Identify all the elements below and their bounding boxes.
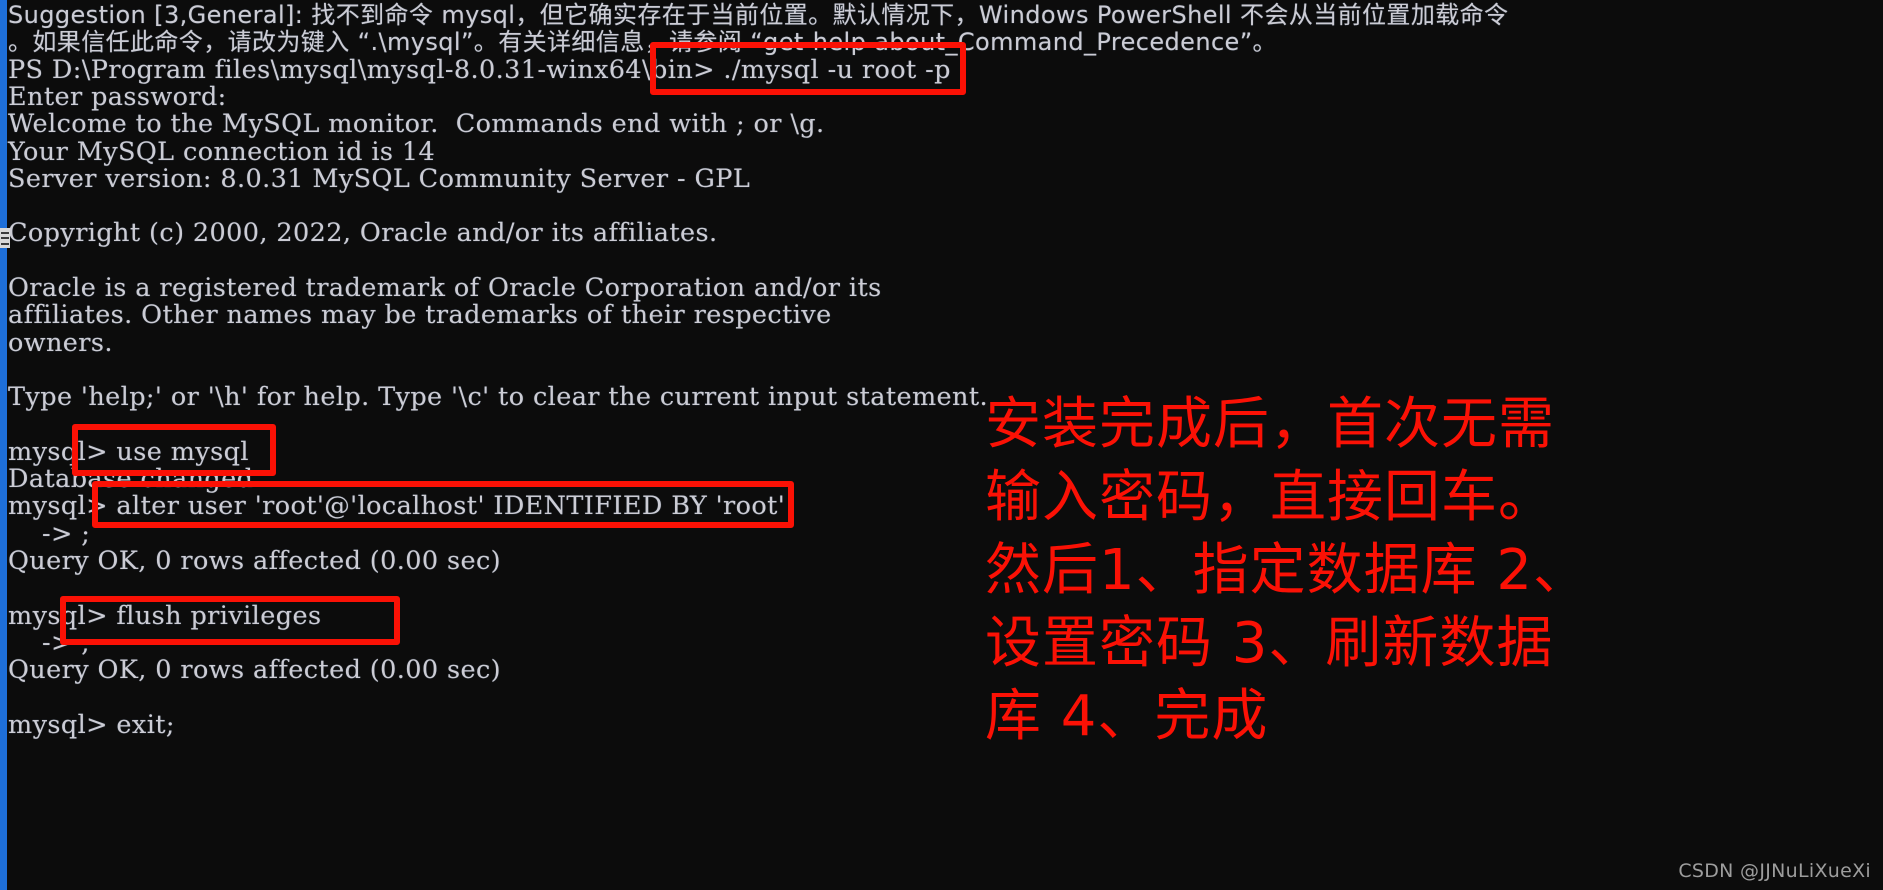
- watermark-label: CSDN @JJNuLiXueXi: [1678, 860, 1871, 882]
- terminal-line: Copyright (c) 2000, 2022, Oracle and/or …: [8, 218, 718, 249]
- terminal-output: Suggestion [3,General]: 找不到命令 mysql，但它确实…: [0, 0, 1883, 890]
- instruction-annotation-text: 安装完成后，首次无需 输入密码，直接回车。 然后1、指定数据库 2、 设置密码 3、刷…: [985, 388, 1591, 753]
- terminal-line: owners.: [8, 327, 113, 358]
- annotation-line: 然后1、指定数据库 2、: [985, 538, 1591, 603]
- annotation-line: 安装完成后，首次无需: [985, 392, 1555, 457]
- terminal-line: Query OK, 0 rows affected (0.00 sec): [8, 546, 502, 576]
- terminal-line: Welcome to the MySQL monitor. Commands e…: [8, 109, 825, 140]
- terminal-line: Server version: 8.0.31 MySQL Community S…: [8, 163, 751, 194]
- highlight-mysql-login-command: [650, 42, 966, 95]
- terminal-line: affiliates. Other names may be trademark…: [8, 300, 832, 331]
- terminal-line: Type 'help;' or '\h' for help. Type '\c'…: [8, 382, 989, 413]
- vertical-scrollbar-strip[interactable]: [0, 0, 7, 890]
- annotation-line: 输入密码，直接回车。: [985, 465, 1555, 530]
- terminal-line: mysql> exit;: [8, 709, 175, 740]
- annotation-line: 设置密码 3、刷新数据: [985, 611, 1554, 676]
- terminal-line: -> ;: [8, 518, 91, 549]
- terminal-line: Suggestion [3,General]: 找不到命令 mysql，但它确实…: [8, 1, 1509, 29]
- highlight-flush-privileges-command: [60, 596, 400, 645]
- annotation-line: 库 4、完成: [985, 684, 1269, 749]
- scrollbar-marker-icon: [0, 228, 10, 248]
- terminal-line: 。如果信任此命令，请改为键入 “.\mysql”。有关详细信息，请参阅 “get…: [8, 28, 1277, 57]
- terminal-line: Oracle is a registered trademark of Orac…: [8, 273, 882, 303]
- terminal-line: Query OK, 0 rows affected (0.00 sec): [8, 655, 502, 686]
- terminal-line: Your MySQL connection id is 14: [8, 136, 436, 167]
- highlight-use-mysql-command: [72, 424, 276, 476]
- highlight-alter-user-command: [92, 481, 794, 528]
- terminal-line: Enter password:: [8, 81, 227, 112]
